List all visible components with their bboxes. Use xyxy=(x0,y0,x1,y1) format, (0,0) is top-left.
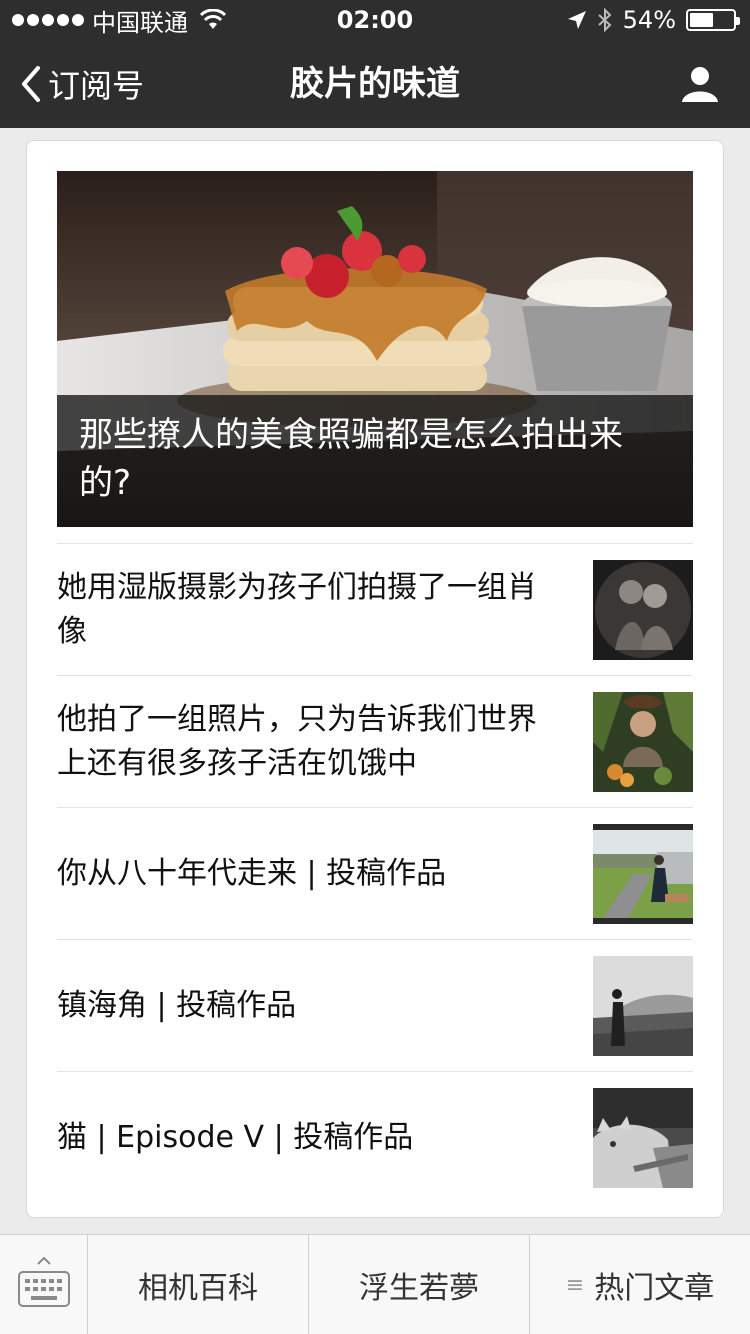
profile-icon[interactable] xyxy=(680,64,720,104)
menu-item-label: 相机百科 xyxy=(138,1271,258,1306)
page-title: 胶片的味道 xyxy=(290,64,460,104)
article-title: 她用湿版摄影为孩子们拍摄了一组肖像 xyxy=(57,570,537,649)
nav-bar: 订阅号 胶片的味道 xyxy=(0,40,750,128)
article-title: 你从八十年代走来 | 投稿作品 xyxy=(57,856,447,891)
bottom-menu-bar: 相机百科 浮生若夢 ≡ 热门文章 xyxy=(0,1234,750,1334)
article-thumbnail xyxy=(593,956,693,1056)
article-thumbnail xyxy=(593,692,693,792)
article-item-3[interactable]: 你从八十年代走来 | 投稿作品 xyxy=(57,807,693,939)
status-right: 54% xyxy=(567,6,740,34)
menu-item-hot-articles[interactable]: ≡ 热门文章 xyxy=(530,1235,750,1334)
battery-icon xyxy=(686,9,740,31)
menu-item-label: 浮生若夢 xyxy=(359,1271,479,1306)
chevron-up-icon xyxy=(37,1257,51,1265)
hero-article[interactable]: 那些撩人的美食照骗都是怎么拍出来的? xyxy=(57,171,693,527)
article-item-4[interactable]: 镇海角 | 投稿作品 xyxy=(57,939,693,1071)
article-item-1[interactable]: 她用湿版摄影为孩子们拍摄了一组肖像 xyxy=(57,543,693,675)
article-thumbnail xyxy=(593,824,693,924)
article-title: 他拍了一组照片，只为告诉我们世界上还有很多孩子活在饥饿中 xyxy=(57,702,537,781)
battery-percent: 54% xyxy=(622,6,676,34)
article-item-2[interactable]: 他拍了一组照片，只为告诉我们世界上还有很多孩子活在饥饿中 xyxy=(57,675,693,807)
list-icon: ≡ xyxy=(565,1272,585,1298)
menu-item-label: 热门文章 xyxy=(594,1271,715,1306)
article-card: 那些撩人的美食照骗都是怎么拍出来的? 她用湿版摄影为孩子们拍摄了一组肖像 他拍了… xyxy=(26,140,724,1218)
hero-title: 那些撩人的美食照骗都是怎么拍出来的? xyxy=(79,415,623,503)
menu-item-floating-life[interactable]: 浮生若夢 xyxy=(309,1235,530,1334)
article-title: 镇海角 | 投稿作品 xyxy=(57,988,297,1023)
keyboard-icon xyxy=(18,1271,70,1307)
menu-item-camera-encyclopedia[interactable]: 相机百科 xyxy=(88,1235,309,1334)
bluetooth-icon xyxy=(597,8,612,32)
article-item-5[interactable]: 猫 | Episode V | 投稿作品 xyxy=(57,1071,693,1203)
keyboard-toggle-button[interactable] xyxy=(0,1235,88,1334)
location-arrow-icon xyxy=(567,11,586,29)
article-title: 猫 | Episode V | 投稿作品 xyxy=(57,1120,414,1155)
article-thumbnail xyxy=(593,560,693,660)
status-bar: 中国联通 02:00 54% xyxy=(0,0,750,40)
article-thumbnail xyxy=(593,1088,693,1188)
hero-title-overlay: 那些撩人的美食照骗都是怎么拍出来的? xyxy=(57,395,693,527)
